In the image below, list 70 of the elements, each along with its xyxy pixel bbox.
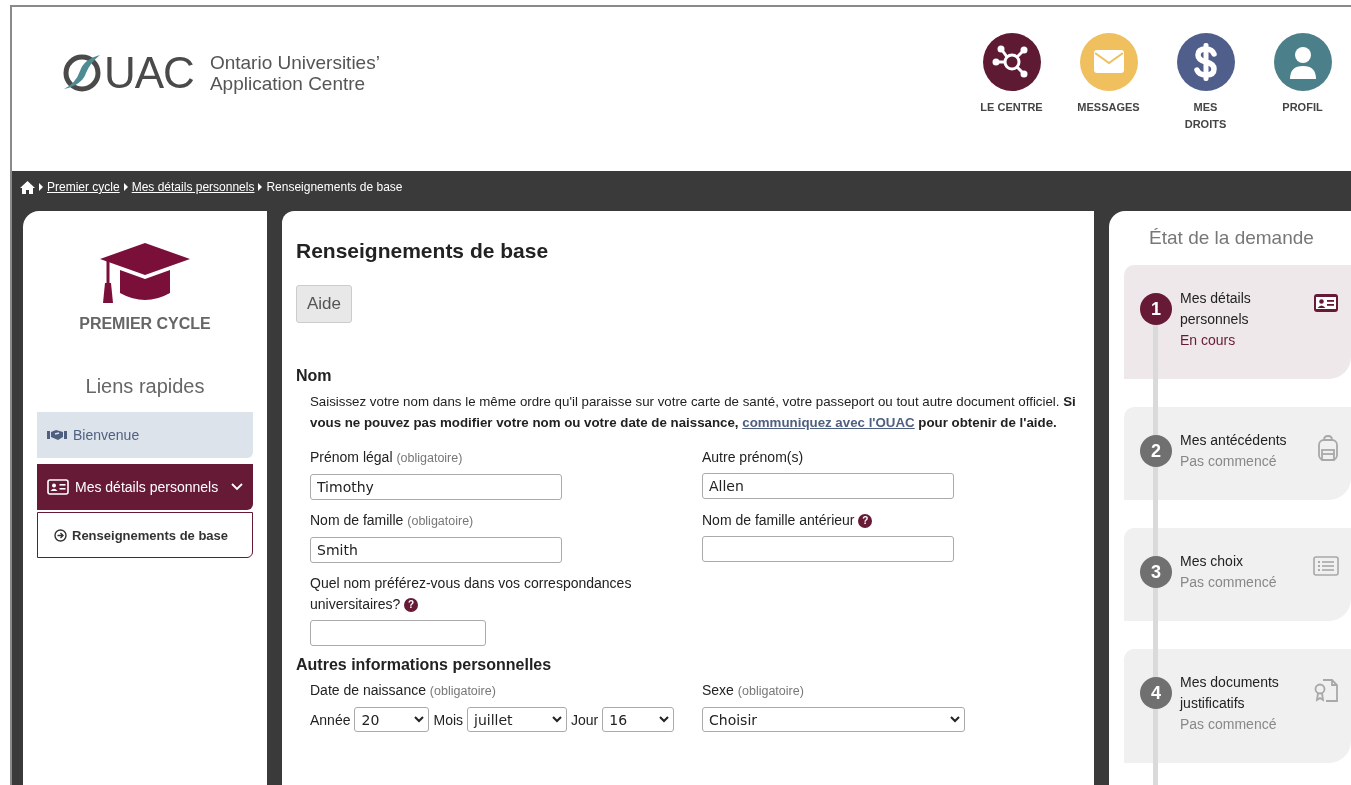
nav-button[interactable]: PROFIL [1254,33,1351,133]
chevron-down-icon [231,483,243,491]
document-icon [1313,677,1339,703]
status-step[interactable]: 3 Mes choix Pas commencé [1124,528,1351,621]
logo-text: UAC [104,51,194,95]
status-step[interactable]: 2 Mes antécédents Pas commencé [1124,407,1351,500]
dropdown[interactable]: 20 [354,707,430,732]
field-label: Prénom légal (obligatoire) [310,448,464,467]
arrow-circle-icon [54,528,67,542]
nav-button[interactable]: MES DROITS [1157,33,1254,133]
text-field[interactable] [702,536,954,562]
step-title: Mes antécédents [1180,431,1288,450]
step-title: Mes documents justificatifs [1180,673,1280,713]
field-label: Nom de famille antérieur ? [702,510,1082,531]
status-step[interactable]: 4 Mes documents justificatifs Pas commencé [1124,649,1351,763]
field-label: Quel nom préférez-vous dans vos correspondances universitaires? ? [310,574,633,615]
date-part-label: Jour [571,711,599,728]
status-step[interactable]: 1 Mes détails personnels En cours [1124,265,1351,379]
dropdown[interactable]: 16 [602,707,675,732]
breadcrumb-link[interactable]: Premier cycle [47,180,120,194]
step-status: Pas commencé [1180,452,1278,471]
text-field[interactable]: Smith [310,537,562,563]
dropdown[interactable]: juillet [467,707,568,732]
step-status: Pas commencé [1180,573,1278,592]
field-label: Nom de famille (obligatoire) [310,511,475,530]
list-icon [1313,556,1339,576]
date-part-label: Année [310,711,351,728]
step-status: En cours [1180,331,1237,350]
section-heading: Autres informations personnelles [296,656,553,674]
breadcrumb-current: Renseignements de base [266,180,403,194]
step-status: Pas commencé [1180,715,1278,734]
step-number: 4 [1140,677,1172,709]
caret-icon [414,716,425,723]
nav-button[interactable]: MESSAGES [1060,33,1157,133]
caret-icon [950,716,960,723]
field-label: Date de naissance (obligatoire) [310,681,497,700]
dropdown[interactable]: Choisir [702,707,965,732]
caret-icon [659,716,670,723]
help-icon[interactable]: ? [858,514,873,529]
instructions-text: Saisissez votre nom dans le même ordre qu'il paraisse sur votre carte de santé, votre passeport ou tout autre document officiel. Si vous ne pouvez pas modifier votre nom ou votre date de naissance, communiquez avec l'OUAC pour obtenir de l'aide. [310,393,1077,432]
field-label: Sexe (obligatoire) [702,681,805,700]
step-number: 1 [1140,293,1172,325]
quick-link[interactable]: Mes détails personnels [37,464,253,510]
quick-sublink[interactable]: Renseignements de base [37,512,253,558]
step-number: 3 [1140,556,1172,588]
date-part-label: Mois [433,711,464,728]
backpack-icon [1317,435,1339,461]
field-label: Autre prénom(s) [702,448,805,467]
text-field[interactable]: Timothy [310,474,562,500]
home-icon[interactable] [20,180,35,194]
section-title: PREMIER CYCLE [79,315,211,333]
nav-button[interactable]: LE CENTRE [963,33,1060,133]
step-title: Mes choix [1180,552,1245,571]
step-number: 2 [1140,435,1172,467]
help-button[interactable]: Aide [296,285,353,323]
page-title: Renseignements de base [296,239,550,263]
step-title: Mes détails personnels [1180,289,1252,329]
quick-link[interactable]: Bienvenue [37,412,253,458]
status-panel-title: État de la demande [1148,227,1315,249]
logo-tagline: Ontario Universities’ Application Centre [209,52,380,94]
quick-links-heading: Liens rapides [85,375,205,398]
id-card-icon [47,479,69,495]
contact-link[interactable]: communiquez avec l'OUAC [742,415,915,430]
breadcrumb-link[interactable]: Mes détails personnels [131,180,255,194]
help-icon[interactable]: ? [404,598,419,613]
id-card-icon [1313,293,1339,313]
section-heading: Nom [296,367,333,385]
caret-icon [552,716,563,723]
text-field[interactable] [310,620,486,646]
text-field[interactable]: Allen [702,473,954,499]
